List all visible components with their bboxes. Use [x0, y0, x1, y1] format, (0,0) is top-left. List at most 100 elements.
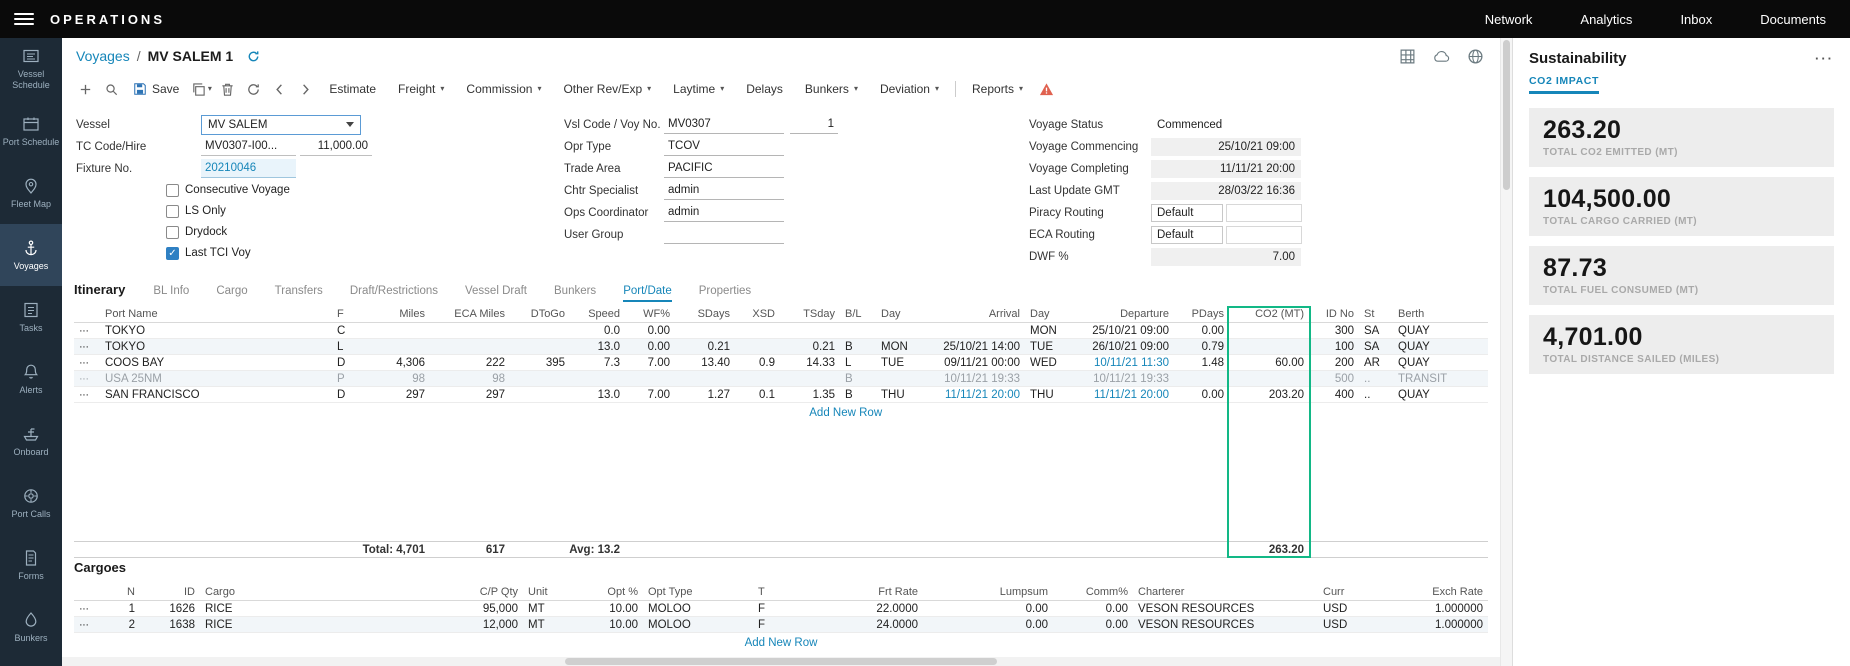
- column-header-day[interactable]: Day: [1025, 306, 1069, 323]
- row-menu-button[interactable]: ···: [74, 339, 100, 355]
- delete-button[interactable]: [214, 77, 240, 101]
- menu-icon[interactable]: [14, 13, 34, 25]
- globe-icon[interactable]: [1467, 48, 1484, 65]
- column-header-dtogo[interactable]: DToGo: [510, 306, 570, 323]
- column-header-n[interactable]: N: [100, 584, 140, 601]
- column-header-co2-mt[interactable]: CO2 (MT): [1229, 306, 1309, 323]
- cell-departure[interactable]: 10/11/21 11:30: [1069, 355, 1174, 371]
- column-header-f[interactable]: F: [332, 306, 360, 323]
- row-menu-button[interactable]: ···: [74, 323, 100, 339]
- topnav-documents[interactable]: Documents: [1760, 12, 1826, 27]
- column-header-day[interactable]: Day: [876, 306, 920, 323]
- voy-no-field[interactable]: 1: [790, 115, 838, 134]
- column-header-charterer[interactable]: Charterer: [1133, 584, 1318, 601]
- column-header-sdays[interactable]: SDays: [675, 306, 735, 323]
- fixture-no-field[interactable]: 20210046: [201, 159, 296, 178]
- toolbar-freight-button[interactable]: Freight▾: [387, 77, 455, 101]
- add-new-row-link[interactable]: Add New Row: [809, 407, 882, 419]
- column-header-arrival[interactable]: Arrival: [920, 306, 1025, 323]
- search-button[interactable]: [98, 77, 124, 101]
- column-header-id-no[interactable]: ID No: [1309, 306, 1359, 323]
- topnav-inbox[interactable]: Inbox: [1680, 12, 1712, 27]
- column-header-curr[interactable]: Curr: [1318, 584, 1373, 601]
- column-header-eca-miles[interactable]: ECA Miles: [430, 306, 510, 323]
- validation-warning-icon[interactable]: [1038, 82, 1055, 97]
- eca-routing-select[interactable]: Default: [1151, 226, 1223, 244]
- table-row[interactable]: ···USA 25NMP9898B10/11/21 19:3310/11/21 …: [74, 371, 1488, 387]
- sidebar-item-port-calls[interactable]: Port Calls: [0, 472, 62, 534]
- refresh-button[interactable]: [240, 77, 266, 101]
- tab-co2-impact[interactable]: CO2 IMPACT: [1529, 75, 1599, 94]
- grid-view-icon[interactable]: [1399, 48, 1416, 65]
- column-header-berth[interactable]: Berth: [1393, 306, 1488, 323]
- column-header-frt-rate[interactable]: Frt Rate: [813, 584, 923, 601]
- toolbar-commission-button[interactable]: Commission▾: [455, 77, 552, 101]
- tab-bunkers[interactable]: Bunkers: [554, 285, 596, 302]
- column-header-cargo[interactable]: Cargo: [200, 584, 330, 601]
- vertical-scrollbar[interactable]: [1500, 38, 1512, 666]
- sidebar-item-fleet-map[interactable]: Fleet Map: [0, 162, 62, 224]
- sidebar-item-alerts[interactable]: Alerts: [0, 348, 62, 410]
- sync-icon[interactable]: [246, 49, 261, 64]
- column-header-opt[interactable]: Opt %: [573, 584, 643, 601]
- tab-cargo[interactable]: Cargo: [216, 285, 247, 302]
- table-row[interactable]: ···11626RICE95,000MT10.00MOLOOF22.00000.…: [74, 601, 1488, 617]
- column-header-unit[interactable]: Unit: [523, 584, 573, 601]
- topnav-network[interactable]: Network: [1485, 12, 1533, 27]
- toolbar-estimate-button[interactable]: Estimate: [318, 77, 387, 101]
- column-header-pdays[interactable]: PDays: [1174, 306, 1229, 323]
- toolbar-laytime-button[interactable]: Laytime▾: [662, 77, 735, 101]
- toolbar-reports-button[interactable]: Reports▾: [961, 77, 1034, 101]
- piracy-routing-extra-field[interactable]: [1226, 204, 1302, 222]
- column-header-exch-rate[interactable]: Exch Rate: [1373, 584, 1488, 601]
- ops-coordinator-field[interactable]: admin: [664, 203, 784, 222]
- table-row[interactable]: ···COOS BAYD4,3062223957.37.0013.400.914…: [74, 355, 1488, 371]
- sidebar-item-forms[interactable]: Forms: [0, 534, 62, 596]
- column-header-departure[interactable]: Departure: [1069, 306, 1174, 323]
- breadcrumb-voyages-link[interactable]: Voyages: [76, 48, 130, 64]
- sidebar-item-onboard[interactable]: Onboard: [0, 410, 62, 472]
- table-row[interactable]: ···21638RICE12,000MT10.00MOLOOF24.00000.…: [74, 617, 1488, 633]
- column-header-st[interactable]: St: [1359, 306, 1393, 323]
- more-options-icon[interactable]: ···: [1815, 51, 1834, 66]
- cell-arrival[interactable]: 11/11/21 20:00: [920, 387, 1025, 403]
- column-header-miles[interactable]: Miles: [360, 306, 430, 323]
- tab-bl-info[interactable]: BL Info: [153, 285, 189, 302]
- sidebar-item-bunkers[interactable]: Bunkers: [0, 596, 62, 658]
- cloud-icon[interactable]: [1433, 48, 1450, 65]
- table-row[interactable]: ···SAN FRANCISCOD29729713.07.001.270.11.…: [74, 387, 1488, 403]
- toolbar-delays-button[interactable]: Delays: [735, 77, 794, 101]
- table-row[interactable]: ···TOKYOC0.00.00MON25/10/21 09:000.00300…: [74, 323, 1488, 339]
- topnav-analytics[interactable]: Analytics: [1580, 12, 1632, 27]
- ls-only-checkbox[interactable]: [166, 205, 179, 218]
- toolbar-other-rev-exp-button[interactable]: Other Rev/Exp▾: [552, 77, 662, 101]
- column-header-speed[interactable]: Speed: [570, 306, 625, 323]
- tab-transfers[interactable]: Transfers: [275, 285, 323, 302]
- save-button[interactable]: Save: [124, 77, 188, 101]
- cell-departure[interactable]: 11/11/21 20:00: [1069, 387, 1174, 403]
- column-header-port-name[interactable]: Port Name: [100, 306, 332, 323]
- column-header-t[interactable]: T: [753, 584, 813, 601]
- next-button[interactable]: [292, 77, 318, 101]
- tab-vessel-draft[interactable]: Vessel Draft: [465, 285, 527, 302]
- sidebar-item-voyages[interactable]: Voyages: [0, 224, 62, 286]
- column-header-xsd[interactable]: XSD: [735, 306, 780, 323]
- sidebar-item-port-schedule[interactable]: Port Schedule: [0, 100, 62, 162]
- consecutive-voyage-checkbox[interactable]: [166, 184, 179, 197]
- trade-area-field[interactable]: PACIFIC: [664, 159, 784, 178]
- row-menu-button[interactable]: ···: [74, 601, 100, 617]
- user-group-field[interactable]: [664, 225, 784, 244]
- toolbar-bunkers-button[interactable]: Bunkers▾: [794, 77, 869, 101]
- column-header-opt-type[interactable]: Opt Type: [643, 584, 753, 601]
- tc-code-field[interactable]: MV0307-I00...: [201, 137, 296, 156]
- column-header-wf[interactable]: WF%: [625, 306, 675, 323]
- add-new-row-link[interactable]: Add New Row: [745, 637, 818, 649]
- piracy-routing-select[interactable]: Default: [1151, 204, 1223, 222]
- row-menu-button[interactable]: ···: [74, 617, 100, 633]
- column-header-id[interactable]: ID: [140, 584, 200, 601]
- sidebar-item-tasks[interactable]: Tasks: [0, 286, 62, 348]
- row-menu-button[interactable]: ···: [74, 355, 100, 371]
- row-menu-button[interactable]: ···: [74, 371, 100, 387]
- add-button[interactable]: [72, 77, 98, 101]
- hire-rate-field[interactable]: 11,000.00: [300, 137, 372, 156]
